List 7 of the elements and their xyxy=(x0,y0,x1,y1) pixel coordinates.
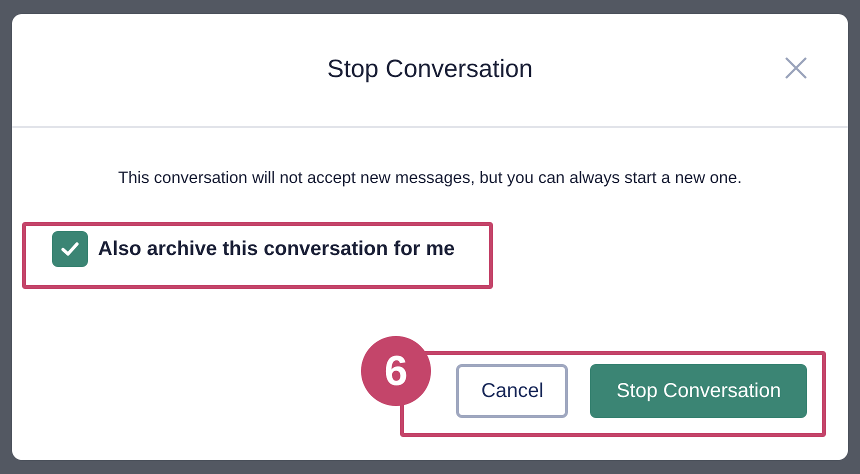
cancel-button[interactable]: Cancel xyxy=(456,364,568,418)
checkbox-label: Also archive this conversation for me xyxy=(98,236,455,262)
dialog-title: Stop Conversation xyxy=(327,54,533,86)
close-icon[interactable] xyxy=(784,56,808,80)
stop-button[interactable]: Stop Conversation xyxy=(590,364,807,418)
checkbox[interactable] xyxy=(52,230,88,267)
dialog-description: This conversation will not accept new messages, but you can always start a new one. xyxy=(117,168,743,189)
